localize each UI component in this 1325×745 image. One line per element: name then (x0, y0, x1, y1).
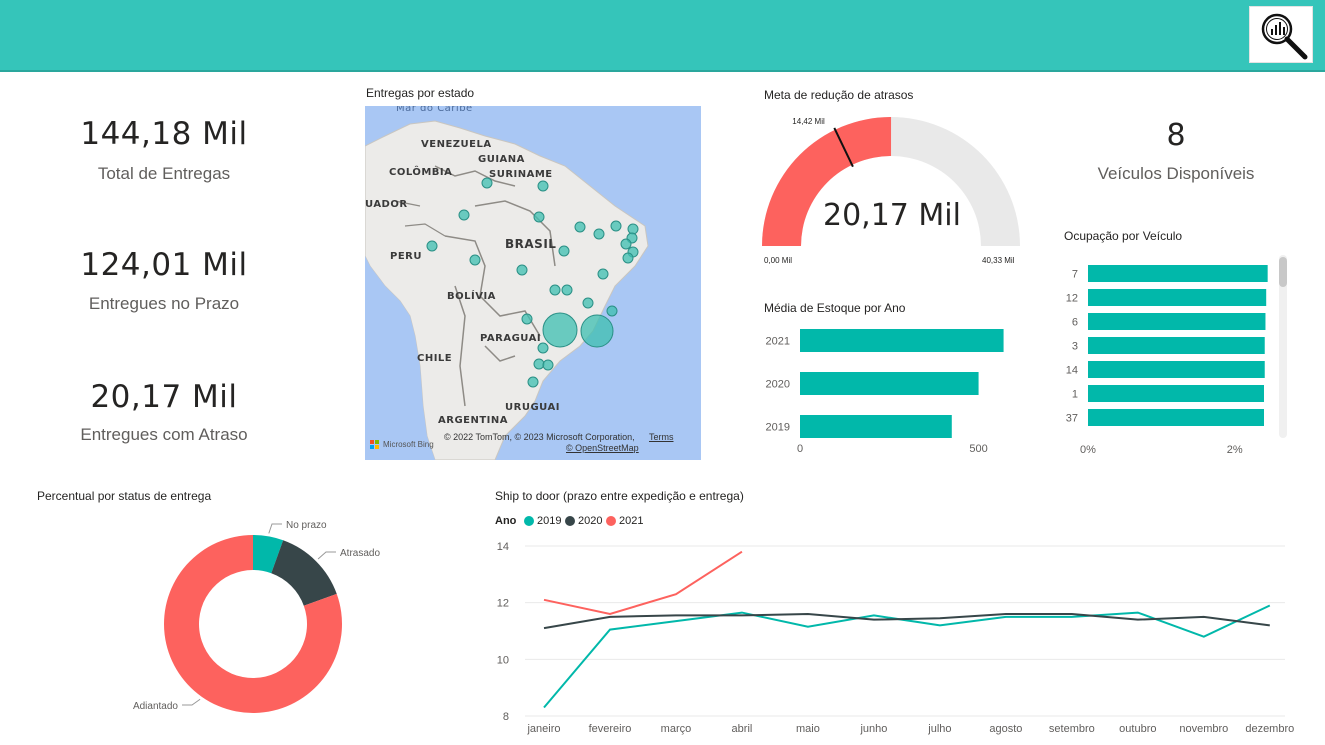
x-tick-label: outubro (1119, 723, 1156, 735)
stock-bar-chart[interactable]: 2021 2020 2019 0 500 (755, 320, 1015, 460)
gauge-title: Meta de redução de atrasos (764, 88, 914, 102)
bar-category-label: 14 (1066, 365, 1078, 377)
kpi-total-label: Total de Entregas (97, 164, 231, 183)
line-title: Ship to door (prazo entre expedição e en… (495, 489, 744, 503)
kpi-late-value: 20,17 Mil (90, 379, 238, 415)
bar[interactable] (800, 415, 952, 438)
x-tick-label: 500 (969, 443, 987, 455)
bar[interactable] (1088, 337, 1265, 354)
map-osm-link[interactable]: © OpenStreetMap (566, 443, 639, 453)
gauge-chart[interactable]: 14,42 Mil 0,00 Mil 40,33 Mil (748, 108, 1038, 268)
legend-label: 2019 (537, 515, 562, 527)
x-tick-label: 2% (1227, 444, 1243, 456)
kpi-vehicles-value: 8 (1166, 118, 1186, 153)
bar-category-label: 2020 (766, 379, 790, 391)
occupancy-bar-chart[interactable]: 7 12 6 3 14 1 37 0% 2% (1060, 250, 1275, 460)
legend-label: 2020 (578, 515, 603, 527)
x-tick-label: julho (927, 723, 951, 735)
gauge-target-label: 14,42 Mil (792, 117, 825, 126)
bar[interactable] (1088, 313, 1266, 330)
legend-dot (524, 516, 534, 526)
y-tick-label: 12 (497, 598, 509, 610)
logo (1249, 6, 1313, 63)
bar-category-label: 6 (1072, 317, 1078, 329)
x-tick-label: abril (732, 723, 753, 735)
x-tick-label: junho (859, 723, 887, 735)
occupancy-scroll-thumb[interactable] (1279, 257, 1287, 287)
legend-item[interactable]: 2020 (565, 515, 602, 527)
donut-title: Percentual por status de entrega (37, 489, 212, 503)
x-tick-label: maio (796, 723, 820, 735)
x-tick-label: agosto (989, 723, 1022, 735)
bar-category-label: 7 (1072, 269, 1078, 281)
microsoft-logo-icon (370, 440, 380, 450)
line-series[interactable] (543, 550, 743, 616)
map-title: Entregas por estado (366, 86, 475, 100)
bar[interactable] (800, 372, 979, 395)
x-tick-label: novembro (1179, 723, 1228, 735)
bar[interactable] (1088, 361, 1265, 378)
bar-category-label: 2021 (766, 336, 790, 348)
legend-dot (606, 516, 616, 526)
line-series[interactable] (543, 604, 1271, 709)
legend-item[interactable]: 2019 (524, 515, 561, 527)
bar[interactable] (1088, 289, 1267, 306)
map-copyright: © 2022 TomTom, © 2023 Microsoft Corporat… (444, 432, 635, 442)
kpi-on-time-value: 124,01 Mil (80, 247, 248, 283)
kpi-total-value: 144,18 Mil (80, 116, 248, 152)
occupancy-title: Ocupação por Veículo (1064, 229, 1183, 243)
kpi-late-label: Entregues com Atraso (80, 425, 248, 444)
bar[interactable] (800, 329, 1004, 352)
bar-category-label: 12 (1066, 293, 1078, 305)
legend-item[interactable]: 2021 (606, 515, 643, 527)
map-bing-label: Microsoft Bing (383, 440, 434, 449)
kpi-on-time-label: Entregues no Prazo (88, 294, 240, 313)
x-tick-label: 0% (1080, 444, 1096, 456)
stock-title: Média de Estoque por Ano (764, 301, 906, 315)
legend-label: 2021 (619, 515, 644, 527)
bar[interactable] (1088, 385, 1264, 402)
bar[interactable] (1088, 265, 1268, 282)
x-tick-label: março (661, 723, 692, 735)
gauge-max-label: 40,33 Mil (982, 256, 1015, 265)
kpi-vehicles-label: Veículos Disponíveis (1097, 164, 1255, 183)
y-tick-label: 8 (503, 711, 509, 723)
x-tick-label: 0 (797, 443, 803, 455)
ship-to-door-line-chart[interactable]: 14 12 10 8 janeiro fevereiro março abril maio jun… (495, 530, 1325, 745)
bar-category-label: 2019 (766, 422, 790, 434)
line-legend-title: Ano (495, 515, 517, 527)
header-bar (0, 0, 1325, 72)
y-tick-label: 10 (497, 654, 509, 666)
x-tick-label: dezembro (1245, 723, 1294, 735)
occupancy-scrollbar[interactable] (1279, 255, 1287, 438)
donut-leader-line (317, 551, 336, 560)
donut-leader-line (182, 698, 201, 706)
x-tick-label: setembro (1049, 723, 1095, 735)
bar-category-label: 3 (1072, 341, 1078, 353)
map-bubbles (426, 177, 639, 388)
x-tick-label: fevereiro (589, 723, 632, 735)
donut-label: No prazo (286, 520, 327, 531)
bar-category-label: 37 (1066, 413, 1078, 425)
x-tick-label: janeiro (526, 723, 560, 735)
map-terms-link[interactable]: Terms (649, 432, 674, 442)
donut-label: Atrasado (340, 548, 380, 559)
legend-dot (565, 516, 575, 526)
donut-label: Adiantado (133, 701, 178, 712)
gauge-value: 20,17 Mil (823, 198, 961, 233)
donut-leader-line (268, 523, 282, 534)
gauge-min-label: 0,00 Mil (764, 256, 792, 265)
bar[interactable] (1088, 409, 1264, 426)
magnifier-chart-icon (1261, 13, 1308, 60)
y-tick-label: 14 (497, 541, 509, 553)
status-donut-chart[interactable]: No prazo Atrasado Adiantado (0, 505, 420, 745)
delivery-map[interactable]: Mar do Caribe VENEZUELA GUIANA COLÔMBIA … (365, 106, 701, 460)
bar-category-label: 1 (1072, 389, 1078, 401)
donut-slice[interactable] (271, 540, 337, 606)
